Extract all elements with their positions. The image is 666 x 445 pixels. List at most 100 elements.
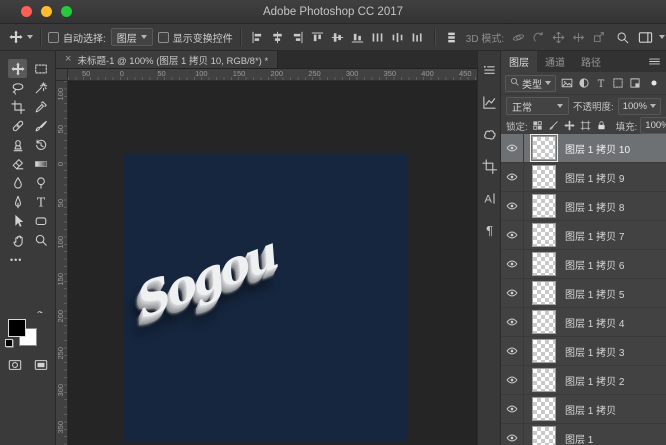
- layer-thumbnail[interactable]: [532, 252, 556, 276]
- filter-pixel-icon[interactable]: [558, 75, 575, 91]
- layer-visibility-eye-icon[interactable]: [501, 221, 524, 249]
- document-tab[interactable]: × 未标题-1 @ 100% (图层 1 拷贝 10, RGB/8*) *: [56, 51, 279, 68]
- layer-thumbnail[interactable]: [532, 281, 556, 305]
- rect-marquee-tool[interactable]: [31, 59, 50, 78]
- horizontal-ruler[interactable]: 50 0 50 100 150 200 250 300 350 400 450: [68, 69, 477, 80]
- filter-toggle-icon[interactable]: [645, 75, 662, 91]
- shapes-icon[interactable]: [480, 125, 498, 143]
- layer-visibility-eye-icon[interactable]: [501, 192, 524, 220]
- layer-thumbnail[interactable]: [532, 223, 556, 247]
- crop-dock-icon[interactable]: [480, 157, 498, 175]
- auto-select-target-dropdown[interactable]: 图层: [110, 28, 153, 46]
- close-window-button[interactable]: [21, 6, 32, 17]
- libraries-icon[interactable]: [480, 61, 498, 79]
- opacity-dropdown[interactable]: 100%: [617, 97, 661, 115]
- shape-tool[interactable]: [31, 211, 50, 230]
- history-brush-tool[interactable]: [31, 135, 50, 154]
- graph-icon[interactable]: [480, 93, 498, 111]
- filter-type-icon[interactable]: T: [592, 75, 609, 91]
- spot-healing-tool[interactable]: [8, 116, 27, 135]
- dodge-tool[interactable]: [31, 173, 50, 192]
- layer-row[interactable]: 图层 1 拷贝 3: [501, 337, 666, 366]
- layer-row[interactable]: 图层 1 拷贝 6: [501, 250, 666, 279]
- workspace-switcher-icon[interactable]: [636, 28, 655, 47]
- layer-visibility-eye-icon[interactable]: [501, 395, 524, 423]
- eyedropper-tool[interactable]: [31, 97, 50, 116]
- character-icon[interactable]: A: [480, 189, 498, 207]
- layer-row[interactable]: 图层 1 拷贝: [501, 395, 666, 424]
- clone-stamp-tool[interactable]: [8, 135, 27, 154]
- layer-visibility-eye-icon[interactable]: [501, 134, 524, 162]
- tab-layers[interactable]: 图层: [501, 51, 537, 72]
- auto-select-checkbox[interactable]: [48, 31, 59, 43]
- vertical-ruler[interactable]: 100 50 0 50 100 150 200 250 300 350: [56, 81, 68, 445]
- screen-mode-button[interactable]: [31, 355, 50, 374]
- distribute-right-edges-icon[interactable]: [408, 28, 427, 47]
- zoom-window-button[interactable]: [61, 6, 72, 17]
- distribute-stack-button[interactable]: [442, 28, 461, 47]
- ruler-origin-corner[interactable]: [56, 69, 68, 80]
- layer-row[interactable]: 图层 1 拷贝 10: [501, 134, 666, 163]
- lock-artboard-icon[interactable]: [579, 119, 593, 133]
- filter-shape-icon[interactable]: [609, 75, 626, 91]
- layer-row[interactable]: 图层 1 拷贝 8: [501, 192, 666, 221]
- lock-transparent-icon[interactable]: [531, 119, 545, 133]
- foreground-color-swatch[interactable]: [8, 319, 26, 337]
- path-select-tool[interactable]: [8, 211, 27, 230]
- lock-position-icon[interactable]: [563, 119, 577, 133]
- layer-row[interactable]: 图层 1: [501, 424, 666, 445]
- blur-tool[interactable]: [8, 173, 27, 192]
- layer-thumbnail[interactable]: [532, 310, 556, 334]
- layer-row[interactable]: 图层 1 拷贝 4: [501, 308, 666, 337]
- filter-type-dropdown[interactable]: 类型: [505, 74, 556, 92]
- blend-mode-dropdown[interactable]: 正常: [506, 97, 570, 115]
- layer-visibility-eye-icon[interactable]: [501, 424, 524, 445]
- 3d-roll-icon[interactable]: [529, 28, 548, 47]
- minimize-window-button[interactable]: [41, 6, 52, 17]
- layer-visibility-eye-icon[interactable]: [501, 250, 524, 278]
- distribute-horizontal-centers-icon[interactable]: [388, 28, 407, 47]
- paragraph-icon[interactable]: ¶: [480, 221, 498, 239]
- tab-paths[interactable]: 路径: [573, 51, 609, 72]
- 3d-slide-icon[interactable]: [569, 28, 588, 47]
- pasteboard[interactable]: Sogou: [68, 81, 477, 445]
- gradient-tool[interactable]: [31, 154, 50, 173]
- hand-tool[interactable]: [8, 230, 27, 249]
- layer-thumbnail[interactable]: [532, 368, 556, 392]
- pen-tool[interactable]: [8, 192, 27, 211]
- show-transform-checkbox[interactable]: [157, 31, 169, 43]
- canvas[interactable]: Sogou: [124, 154, 408, 441]
- layer-row[interactable]: 图层 1 拷贝 7: [501, 221, 666, 250]
- fill-dropdown[interactable]: 100%: [640, 117, 666, 134]
- layer-thumbnail[interactable]: [532, 339, 556, 363]
- tool-preset-button[interactable]: [6, 28, 33, 47]
- brush-tool[interactable]: [31, 116, 50, 135]
- layer-thumbnail[interactable]: [532, 194, 556, 218]
- layer-thumbnail[interactable]: [530, 134, 558, 162]
- edit-toolbar-button[interactable]: •••: [0, 249, 55, 265]
- type-tool[interactable]: T: [31, 192, 50, 211]
- layer-visibility-eye-icon[interactable]: [501, 337, 524, 365]
- align-horizontal-centers-icon[interactable]: [268, 28, 287, 47]
- magic-wand-tool[interactable]: [31, 78, 50, 97]
- quick-mask-button[interactable]: [5, 355, 24, 374]
- lock-paint-icon[interactable]: [547, 119, 561, 133]
- align-bottom-edges-icon[interactable]: [348, 28, 367, 47]
- align-right-edges-icon[interactable]: [288, 28, 307, 47]
- lock-all-icon[interactable]: [595, 119, 609, 133]
- crop-tool[interactable]: [8, 97, 27, 116]
- 3d-scale-icon[interactable]: [589, 28, 608, 47]
- align-left-edges-icon[interactable]: [248, 28, 267, 47]
- search-icon[interactable]: [613, 28, 632, 47]
- 3d-orbit-icon[interactable]: [509, 28, 528, 47]
- layer-visibility-eye-icon[interactable]: [501, 163, 524, 191]
- 3d-pan-icon[interactable]: [549, 28, 568, 47]
- filter-adjustment-icon[interactable]: [575, 75, 592, 91]
- distribute-left-edges-icon[interactable]: [368, 28, 387, 47]
- layer-thumbnail[interactable]: [532, 165, 556, 189]
- layer-row[interactable]: 图层 1 拷贝 2: [501, 366, 666, 395]
- zoom-tool[interactable]: [31, 230, 50, 249]
- layer-visibility-eye-icon[interactable]: [501, 308, 524, 336]
- layer-row[interactable]: 图层 1 拷贝 5: [501, 279, 666, 308]
- layer-thumbnail[interactable]: [532, 426, 556, 445]
